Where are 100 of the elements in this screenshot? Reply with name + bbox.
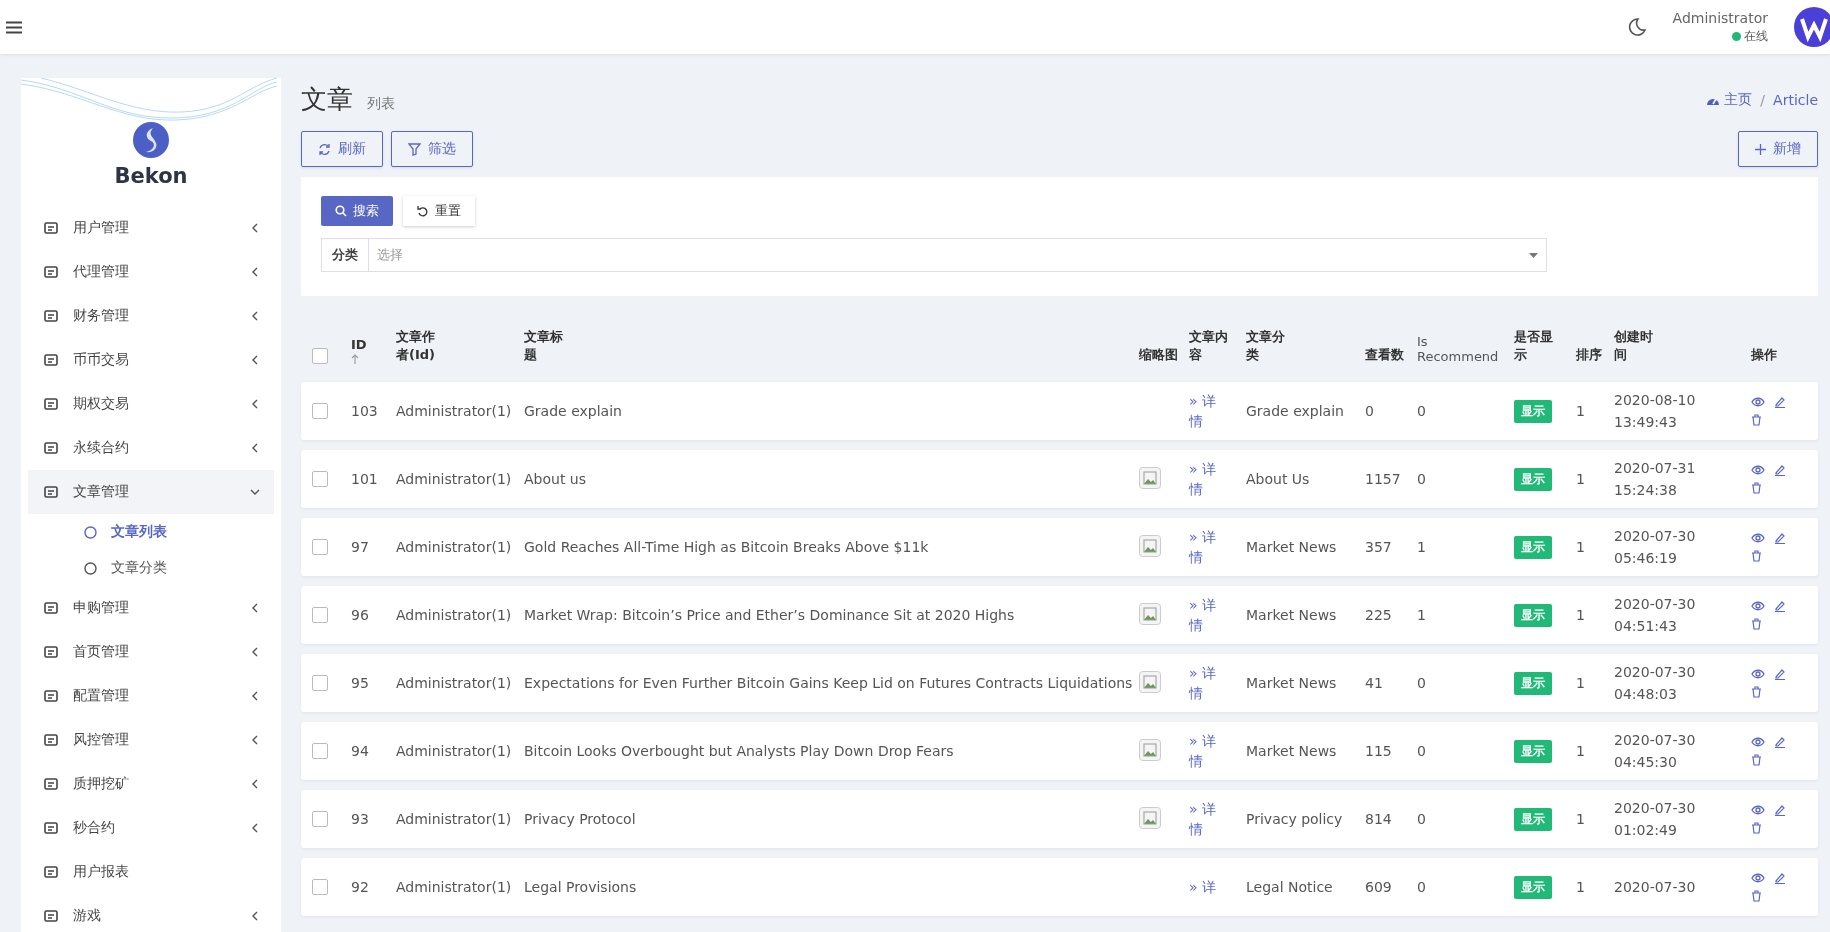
- column-header: 是否显示: [1514, 328, 1554, 364]
- sidebar-item[interactable]: 文章管理: [28, 470, 274, 514]
- table-cell: 0: [1417, 743, 1426, 759]
- edit-icon[interactable]: [1774, 872, 1786, 884]
- sidebar-item[interactable]: 代理管理: [28, 250, 274, 294]
- row-checkbox[interactable]: [312, 607, 328, 623]
- status-badge: 显示: [1514, 603, 1552, 627]
- details-link[interactable]: » 详情: [1189, 731, 1223, 771]
- view-icon[interactable]: [1751, 737, 1765, 747]
- menu-icon[interactable]: [6, 20, 22, 34]
- edit-icon[interactable]: [1774, 668, 1786, 680]
- sidebar-item[interactable]: 秒合约: [28, 806, 274, 850]
- view-icon[interactable]: [1751, 465, 1765, 475]
- chevron-left-icon: [250, 355, 260, 365]
- view-icon[interactable]: [1751, 669, 1765, 679]
- table-cell: Market News: [1246, 539, 1337, 555]
- search-button[interactable]: 搜索: [321, 196, 393, 226]
- circle-icon: [84, 561, 97, 575]
- sidebar-item[interactable]: 币币交易: [28, 338, 274, 382]
- sidebar-item[interactable]: 游戏: [28, 894, 274, 932]
- row-checkbox[interactable]: [312, 675, 328, 691]
- refresh-icon: [318, 142, 331, 156]
- edit-icon[interactable]: [1774, 804, 1786, 816]
- breadcrumb-link[interactable]: 主页: [1706, 90, 1753, 109]
- view-icon[interactable]: [1751, 533, 1765, 543]
- delete-icon[interactable]: [1751, 822, 1762, 834]
- table-cell: Grade explain: [1246, 403, 1344, 419]
- table-cell: 225: [1365, 607, 1392, 623]
- view-icon[interactable]: [1751, 601, 1765, 611]
- delete-icon[interactable]: [1751, 754, 1762, 766]
- details-link[interactable]: » 详情: [1189, 799, 1223, 839]
- row-checkbox[interactable]: [312, 539, 328, 555]
- select-all-checkbox[interactable]: [312, 348, 328, 364]
- table-cell: Bitcoin Looks Overbought but Analysts Play Down Drop Fears: [524, 743, 954, 759]
- sidebar-item[interactable]: 质押挖矿: [28, 762, 274, 806]
- sidebar-item[interactable]: 财务管理: [28, 294, 274, 338]
- sidebar-item[interactable]: 申购管理: [28, 586, 274, 630]
- table-cell: Administrator(1): [396, 539, 512, 555]
- moon-icon[interactable]: [1626, 17, 1647, 37]
- delete-icon[interactable]: [1751, 482, 1762, 494]
- sidebar-item[interactable]: 用户管理: [28, 206, 274, 250]
- edit-icon[interactable]: [1774, 600, 1786, 612]
- row-checkbox[interactable]: [312, 403, 328, 419]
- sidebar-subitem[interactable]: 文章分类: [28, 550, 274, 586]
- sidebar-item[interactable]: 期权交易: [28, 382, 274, 426]
- add-button[interactable]: 新增: [1738, 131, 1818, 167]
- table-cell: 101: [351, 471, 378, 487]
- edit-icon[interactable]: [1774, 464, 1786, 476]
- view-icon[interactable]: [1751, 873, 1765, 883]
- logo-icon: [133, 122, 169, 158]
- details-link[interactable]: » 详情: [1189, 459, 1223, 499]
- row-checkbox[interactable]: [312, 471, 328, 487]
- table-cell: 1: [1576, 539, 1585, 555]
- filter-button[interactable]: 筛选: [391, 131, 473, 167]
- breadcrumb-separator: /: [1760, 91, 1766, 108]
- row-checkbox[interactable]: [312, 811, 328, 827]
- details-link[interactable]: » 详情: [1189, 595, 1223, 635]
- row-checkbox[interactable]: [312, 743, 328, 759]
- page-subtitle: 列表: [367, 95, 395, 113]
- table-cell: About us: [524, 471, 586, 487]
- sort-arrow-icon[interactable]: [351, 354, 359, 364]
- reset-button[interactable]: 重置: [403, 196, 475, 226]
- delete-icon[interactable]: [1751, 550, 1762, 562]
- sidebar-item[interactable]: 用户报表: [28, 850, 274, 894]
- edit-icon[interactable]: [1774, 532, 1786, 544]
- delete-icon[interactable]: [1751, 890, 1762, 902]
- delete-icon[interactable]: [1751, 618, 1762, 630]
- table-cell: 1: [1576, 811, 1585, 827]
- edit-icon[interactable]: [1774, 736, 1786, 748]
- sidebar-item[interactable]: 配置管理: [28, 674, 274, 718]
- details-link[interactable]: » 详情: [1189, 663, 1223, 703]
- delete-icon[interactable]: [1751, 686, 1762, 698]
- table-cell: 609: [1365, 879, 1392, 895]
- table-cell: 814: [1365, 811, 1392, 827]
- refresh-button[interactable]: 刷新: [301, 131, 383, 167]
- sidebar-subitem[interactable]: 文章列表: [28, 514, 274, 550]
- page-title: 文章: [301, 83, 353, 116]
- sidebar-item[interactable]: 永续合约: [28, 426, 274, 470]
- table-cell: 95: [351, 675, 369, 691]
- table-cell: Legal Notice: [1246, 879, 1333, 895]
- menu-item-icon: [43, 644, 59, 660]
- column-header[interactable]: ID: [351, 337, 367, 352]
- table-cell: Market Wrap: Bitcoin’s Price and Ether’s Dominance Sit at 2020 Highs: [524, 607, 1015, 623]
- table-cell: 41: [1365, 675, 1383, 691]
- view-icon[interactable]: [1751, 397, 1765, 407]
- sidebar-item[interactable]: 首页管理: [28, 630, 274, 674]
- avatar-icon[interactable]: [1794, 7, 1830, 47]
- table-cell: 96: [351, 607, 369, 623]
- sidebar-item[interactable]: 风控管理: [28, 718, 274, 762]
- details-link[interactable]: » 详: [1189, 877, 1223, 897]
- row-checkbox[interactable]: [312, 879, 328, 895]
- view-icon[interactable]: [1751, 805, 1765, 815]
- details-link[interactable]: » 详情: [1189, 391, 1223, 431]
- column-header: 文章分类: [1246, 328, 1286, 364]
- edit-icon[interactable]: [1774, 396, 1786, 408]
- details-link[interactable]: » 详情: [1189, 527, 1223, 567]
- table-cell: 1: [1576, 471, 1585, 487]
- delete-icon[interactable]: [1751, 414, 1762, 426]
- category-select[interactable]: 分类 选择: [321, 238, 1547, 272]
- column-header: 创建时间: [1614, 328, 1654, 364]
